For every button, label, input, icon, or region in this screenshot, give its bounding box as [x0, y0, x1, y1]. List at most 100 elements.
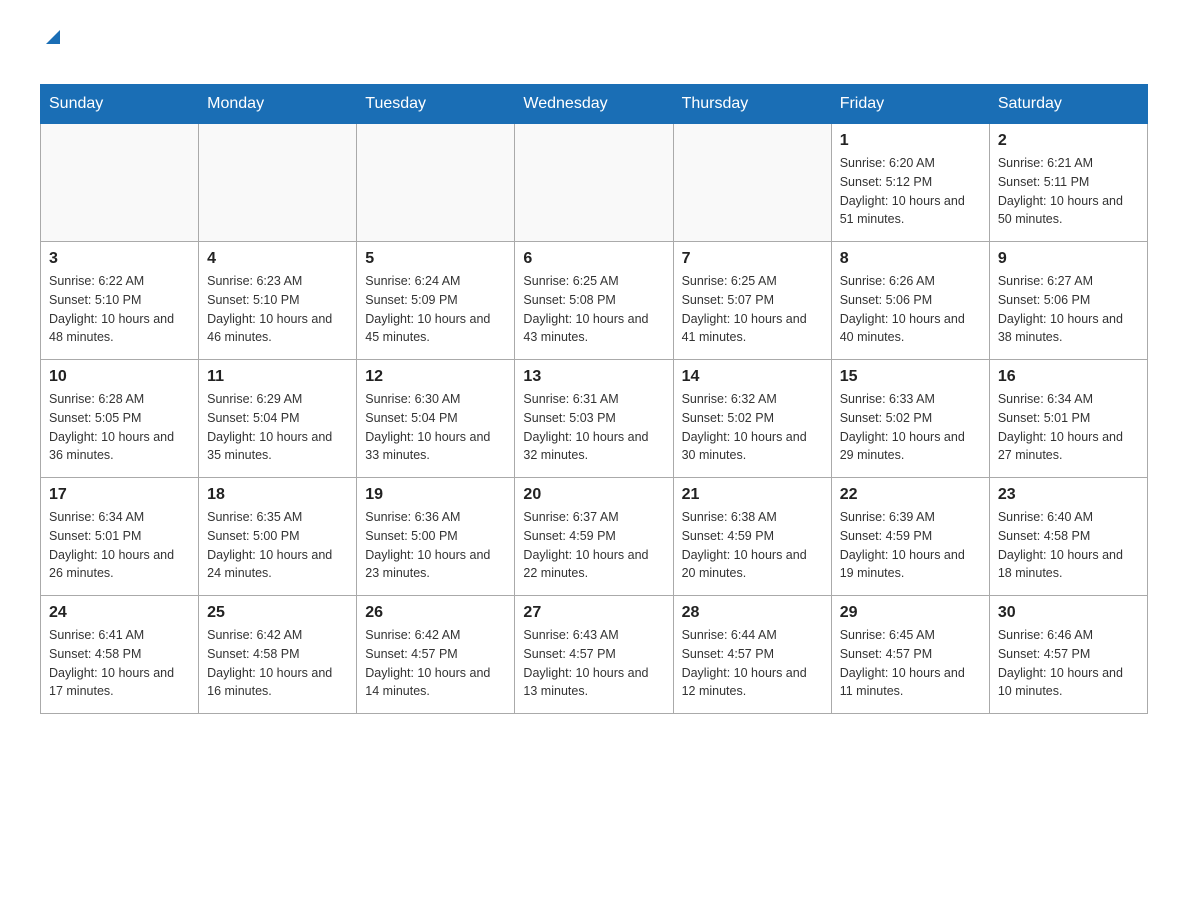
- day-info: Sunrise: 6:33 AMSunset: 5:02 PMDaylight:…: [840, 390, 981, 465]
- calendar-cell: 6Sunrise: 6:25 AMSunset: 5:08 PMDaylight…: [515, 242, 673, 360]
- day-number: 19: [365, 486, 506, 504]
- day-info: Sunrise: 6:43 AMSunset: 4:57 PMDaylight:…: [523, 626, 664, 701]
- calendar-cell: 8 Sunrise: 6:26 AMSunset: 5:06 PMDaylight…: [831, 242, 989, 360]
- calendar-cell: 18 Sunrise: 6:35 AMSunset: 5:00 PMDayligh…: [199, 478, 357, 596]
- day-number: 13: [523, 368, 664, 386]
- day-info: Sunrise: 6:28 AMSunset: 5:05 PMDaylight:…: [49, 390, 190, 465]
- day-info: Sunrise: 6:42 AMSunset: 4:58 PMDaylight:…: [207, 626, 348, 701]
- calendar-cell: 26 Sunrise: 6:42 AMSunset: 4:57 PMDayligh…: [357, 596, 515, 714]
- day-number: 14: [682, 368, 823, 386]
- calendar-cell: 1 Sunrise: 6:20 AMSunset: 5:12 PMDaylight…: [831, 124, 989, 242]
- calendar-cell: 5Sunrise: 6:24 AMSunset: 5:09 PMDaylight…: [357, 242, 515, 360]
- day-number: 15: [840, 368, 981, 386]
- calendar-cell: 17Sunrise: 6:34 AMSunset: 5:01 PMDayligh…: [41, 478, 199, 596]
- calendar-cell: 4Sunrise: 6:23 AMSunset: 5:10 PMDaylight…: [199, 242, 357, 360]
- day-info: Sunrise: 6:30 AMSunset: 5:04 PMDaylight:…: [365, 390, 506, 465]
- calendar-cell: 27 Sunrise: 6:43 AMSunset: 4:57 PMDayligh…: [515, 596, 673, 714]
- day-info: Sunrise: 6:32 AMSunset: 5:02 PMDaylight:…: [682, 390, 823, 465]
- day-number: 10: [49, 368, 190, 386]
- day-number: 1: [840, 132, 981, 150]
- day-info: Sunrise: 6:44 AMSunset: 4:57 PMDaylight:…: [682, 626, 823, 701]
- calendar-cell: 11 Sunrise: 6:29 AMSunset: 5:04 PMDayligh…: [199, 360, 357, 478]
- calendar-cell: [199, 124, 357, 242]
- day-number: 20: [523, 486, 664, 504]
- day-info: Sunrise: 6:46 AMSunset: 4:57 PMDaylight:…: [998, 626, 1139, 701]
- day-info: Sunrise: 6:38 AMSunset: 4:59 PMDaylight:…: [682, 508, 823, 583]
- calendar-table: SundayMondayTuesdayWednesdayThursdayFrid…: [40, 84, 1148, 714]
- day-info: Sunrise: 6:21 AMSunset: 5:11 PMDaylight:…: [998, 154, 1139, 229]
- calendar-body: 1 Sunrise: 6:20 AMSunset: 5:12 PMDaylight…: [41, 124, 1148, 714]
- calendar-cell: 16 Sunrise: 6:34 AMSunset: 5:01 PMDayligh…: [989, 360, 1147, 478]
- day-number: 9: [998, 250, 1139, 268]
- day-info: Sunrise: 6:40 AMSunset: 4:58 PMDaylight:…: [998, 508, 1139, 583]
- weekday-header-monday: Monday: [199, 85, 357, 124]
- day-info: Sunrise: 6:22 AMSunset: 5:10 PMDaylight:…: [49, 272, 190, 347]
- calendar-cell: 15 Sunrise: 6:33 AMSunset: 5:02 PMDayligh…: [831, 360, 989, 478]
- day-number: 24: [49, 604, 190, 622]
- calendar-cell: 28 Sunrise: 6:44 AMSunset: 4:57 PMDayligh…: [673, 596, 831, 714]
- day-info: Sunrise: 6:39 AMSunset: 4:59 PMDaylight:…: [840, 508, 981, 583]
- calendar-cell: 2 Sunrise: 6:21 AMSunset: 5:11 PMDaylight…: [989, 124, 1147, 242]
- day-number: 26: [365, 604, 506, 622]
- day-number: 4: [207, 250, 348, 268]
- calendar-cell: 21 Sunrise: 6:38 AMSunset: 4:59 PMDayligh…: [673, 478, 831, 596]
- day-number: 6: [523, 250, 664, 268]
- calendar-cell: 7Sunrise: 6:25 AMSunset: 5:07 PMDaylight…: [673, 242, 831, 360]
- day-number: 8: [840, 250, 981, 268]
- calendar-header: SundayMondayTuesdayWednesdayThursdayFrid…: [41, 85, 1148, 124]
- logo-triangle-icon: [42, 26, 64, 48]
- calendar-cell: 20 Sunrise: 6:37 AMSunset: 4:59 PMDayligh…: [515, 478, 673, 596]
- day-info: Sunrise: 6:45 AMSunset: 4:57 PMDaylight:…: [840, 626, 981, 701]
- calendar-cell: 12 Sunrise: 6:30 AMSunset: 5:04 PMDayligh…: [357, 360, 515, 478]
- day-number: 25: [207, 604, 348, 622]
- day-number: 27: [523, 604, 664, 622]
- calendar-week-4: 17Sunrise: 6:34 AMSunset: 5:01 PMDayligh…: [41, 478, 1148, 596]
- weekday-header-friday: Friday: [831, 85, 989, 124]
- calendar-cell: [41, 124, 199, 242]
- day-number: 18: [207, 486, 348, 504]
- calendar-cell: 13 Sunrise: 6:31 AMSunset: 5:03 PMDayligh…: [515, 360, 673, 478]
- day-info: Sunrise: 6:31 AMSunset: 5:03 PMDaylight:…: [523, 390, 664, 465]
- day-info: Sunrise: 6:34 AMSunset: 5:01 PMDaylight:…: [998, 390, 1139, 465]
- calendar-cell: 9 Sunrise: 6:27 AMSunset: 5:06 PMDaylight…: [989, 242, 1147, 360]
- calendar-cell: [673, 124, 831, 242]
- weekday-header-thursday: Thursday: [673, 85, 831, 124]
- day-info: Sunrise: 6:37 AMSunset: 4:59 PMDaylight:…: [523, 508, 664, 583]
- page-header: [40, 30, 1148, 74]
- day-number: 23: [998, 486, 1139, 504]
- day-info: Sunrise: 6:41 AMSunset: 4:58 PMDaylight:…: [49, 626, 190, 701]
- day-number: 2: [998, 132, 1139, 150]
- calendar-cell: 22 Sunrise: 6:39 AMSunset: 4:59 PMDayligh…: [831, 478, 989, 596]
- weekday-header-tuesday: Tuesday: [357, 85, 515, 124]
- day-info: Sunrise: 6:26 AMSunset: 5:06 PMDaylight:…: [840, 272, 981, 347]
- calendar-cell: 10 Sunrise: 6:28 AMSunset: 5:05 PMDayligh…: [41, 360, 199, 478]
- day-info: Sunrise: 6:24 AMSunset: 5:09 PMDaylight:…: [365, 272, 506, 347]
- calendar-cell: 30Sunrise: 6:46 AMSunset: 4:57 PMDayligh…: [989, 596, 1147, 714]
- day-info: Sunrise: 6:20 AMSunset: 5:12 PMDaylight:…: [840, 154, 981, 229]
- day-number: 22: [840, 486, 981, 504]
- day-info: Sunrise: 6:35 AMSunset: 5:00 PMDaylight:…: [207, 508, 348, 583]
- day-number: 12: [365, 368, 506, 386]
- weekday-header-sunday: Sunday: [41, 85, 199, 124]
- day-info: Sunrise: 6:27 AMSunset: 5:06 PMDaylight:…: [998, 272, 1139, 347]
- day-number: 29: [840, 604, 981, 622]
- day-number: 3: [49, 250, 190, 268]
- calendar-cell: 25 Sunrise: 6:42 AMSunset: 4:58 PMDayligh…: [199, 596, 357, 714]
- calendar-cell: 29 Sunrise: 6:45 AMSunset: 4:57 PMDayligh…: [831, 596, 989, 714]
- calendar-cell: 23 Sunrise: 6:40 AMSunset: 4:58 PMDayligh…: [989, 478, 1147, 596]
- calendar-cell: 19Sunrise: 6:36 AMSunset: 5:00 PMDayligh…: [357, 478, 515, 596]
- calendar-cell: 3 Sunrise: 6:22 AMSunset: 5:10 PMDaylight…: [41, 242, 199, 360]
- day-info: Sunrise: 6:29 AMSunset: 5:04 PMDaylight:…: [207, 390, 348, 465]
- weekday-header-saturday: Saturday: [989, 85, 1147, 124]
- calendar-cell: 24 Sunrise: 6:41 AMSunset: 4:58 PMDayligh…: [41, 596, 199, 714]
- day-info: Sunrise: 6:42 AMSunset: 4:57 PMDaylight:…: [365, 626, 506, 701]
- day-number: 11: [207, 368, 348, 386]
- day-number: 28: [682, 604, 823, 622]
- day-info: Sunrise: 6:34 AMSunset: 5:01 PMDaylight:…: [49, 508, 190, 583]
- day-number: 21: [682, 486, 823, 504]
- day-number: 16: [998, 368, 1139, 386]
- calendar-cell: [357, 124, 515, 242]
- calendar-week-5: 24 Sunrise: 6:41 AMSunset: 4:58 PMDayligh…: [41, 596, 1148, 714]
- calendar-week-3: 10 Sunrise: 6:28 AMSunset: 5:05 PMDayligh…: [41, 360, 1148, 478]
- day-info: Sunrise: 6:25 AMSunset: 5:07 PMDaylight:…: [682, 272, 823, 347]
